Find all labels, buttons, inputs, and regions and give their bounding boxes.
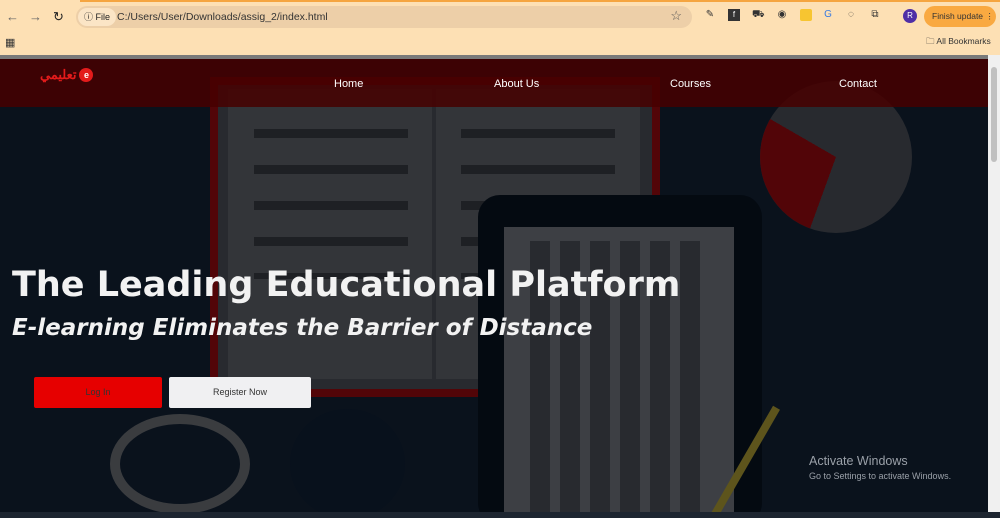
puzzle-extensions-icon[interactable]: ⧉: [869, 9, 881, 21]
site-logo[interactable]: تعليمي e: [40, 67, 94, 83]
windows-taskbar: [0, 512, 1000, 518]
bookmark-star-icon[interactable]: ☆: [670, 8, 682, 24]
keep-extension-icon[interactable]: [800, 9, 812, 21]
font-extension-icon[interactable]: f: [728, 9, 740, 21]
finish-update-button[interactable]: Finish update ⋮: [924, 6, 996, 27]
browser-chrome: ← → ↻ ⓘ File C:/Users/User/Downloads/ass…: [0, 0, 1000, 55]
scrollbar-thumb[interactable]: [991, 67, 997, 162]
site-navbar: تعليمي e Home About Us Courses Contact: [0, 59, 988, 107]
url-text[interactable]: C:/Users/User/Downloads/assig_2/index.ht…: [117, 6, 328, 28]
logo-text: تعليمي: [40, 67, 77, 82]
hero-subtitle: E-learning Eliminates the Barrier of Dis…: [12, 315, 593, 341]
extension-icon[interactable]: ⛟: [752, 9, 765, 21]
nav-about-us[interactable]: About Us: [494, 78, 539, 90]
extension-icon[interactable]: ◉: [776, 9, 788, 21]
nav-home[interactable]: Home: [334, 78, 363, 90]
site-info-chip[interactable]: ⓘ File: [78, 8, 117, 26]
extension-icon[interactable]: ◌: [845, 9, 857, 21]
logo-icon: e: [79, 68, 94, 82]
apps-grid-icon[interactable]: ▦: [5, 36, 15, 49]
site-info-label: File: [95, 12, 111, 22]
login-button[interactable]: Log In: [34, 377, 162, 408]
eyedropper-extension-icon[interactable]: ✎: [704, 9, 716, 21]
all-bookmarks-label: All Bookmarks: [936, 36, 991, 46]
back-icon[interactable]: ←: [6, 9, 19, 24]
hero-section: تعليمي e Home About Us Courses Contact Th…: [0, 55, 988, 512]
address-bar[interactable]: ⓘ File C:/Users/User/Downloads/assig_2/i…: [76, 6, 692, 28]
finish-update-label: Finish update: [932, 11, 984, 21]
activate-title: Activate Windows: [809, 454, 908, 468]
hero-title: The Leading Educational Platform: [12, 265, 681, 305]
nav-courses[interactable]: Courses: [670, 78, 711, 90]
profile-avatar[interactable]: R: [903, 9, 917, 23]
page-scrollbar[interactable]: [988, 55, 1000, 512]
translate-extension-icon[interactable]: G: [822, 9, 834, 21]
nav-contact[interactable]: Contact: [839, 78, 877, 90]
activate-subtitle: Go to Settings to activate Windows.: [809, 471, 952, 481]
forward-icon[interactable]: →: [29, 9, 42, 24]
tab-strip-edge: [80, 0, 1000, 2]
all-bookmarks-button[interactable]: 🗀 All Bookmarks: [926, 36, 991, 50]
register-button[interactable]: Register Now: [169, 377, 311, 408]
reload-icon[interactable]: ↻: [53, 9, 64, 25]
activate-windows-watermark: Activate Windows Go to Settings to activ…: [809, 454, 951, 481]
